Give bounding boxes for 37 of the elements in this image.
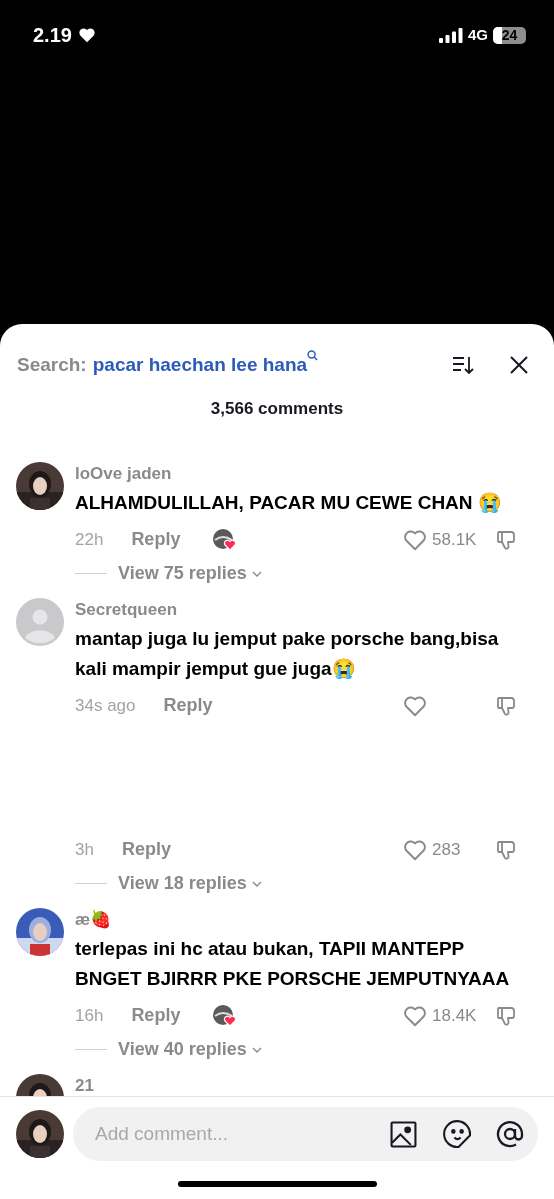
comment-author[interactable]: æ🍓	[75, 907, 518, 932]
network-label: 4G	[468, 24, 488, 45]
search-label: Search:	[17, 352, 87, 377]
heart-icon	[77, 27, 96, 43]
comment-text: terlepas ini hc atau bukan, TAPII MANTEPP BNGET BJIRRR PKE PORSCHE JEMPUTNYAAA	[75, 936, 511, 991]
battery-indicator: 24	[493, 26, 526, 44]
close-icon[interactable]	[509, 355, 529, 375]
reply-button[interactable]: Reply	[131, 1002, 181, 1029]
comment-time: 22h	[75, 528, 104, 551]
avatar-icon	[16, 597, 64, 646]
like-count: 283	[432, 838, 462, 861]
comment-text: ALHAMDULILLAH, PACAR MU CEWE CHAN 😭	[75, 490, 503, 515]
reply-button[interactable]: Reply	[121, 836, 171, 863]
comment-time: 16h	[75, 1004, 104, 1027]
comment-author[interactable]: 21	[75, 1073, 518, 1096]
image-icon[interactable]	[390, 1120, 417, 1148]
comment-count: 3,566 comments	[210, 398, 344, 420]
view-replies-link[interactable]: View 18 replies	[118, 870, 263, 897]
comment-input[interactable]: Add comment...	[73, 1107, 538, 1161]
status-time: 2.19	[33, 23, 72, 48]
like-count: 18.4K	[432, 1004, 478, 1027]
view-replies-link[interactable]: View 40 replies	[118, 1036, 263, 1063]
signal-icon	[439, 27, 463, 43]
reply-button[interactable]: Reply	[131, 526, 181, 553]
mention-icon[interactable]	[496, 1120, 524, 1148]
like-count: 58.1K	[432, 528, 478, 551]
emoji-icon[interactable]	[443, 1119, 472, 1149]
reply-button[interactable]: Reply	[163, 692, 213, 719]
comment-author[interactable]: loOve jaden	[75, 461, 518, 486]
comment-author[interactable]: Secretqueen	[75, 597, 518, 622]
comment-time: 3h	[75, 838, 94, 861]
search-query-link[interactable]: pacar haechan lee hana	[92, 350, 308, 380]
comment-placeholder: Add comment...	[95, 1121, 230, 1146]
comment-text: mantap juga lu jemput pake porsche bang,bisa kali mampir jemput gue juga😭	[75, 626, 500, 681]
comment-time: 34s ago	[75, 694, 136, 717]
search-icon[interactable]	[307, 350, 319, 361]
view-replies-link[interactable]: View 75 replies	[118, 560, 263, 587]
